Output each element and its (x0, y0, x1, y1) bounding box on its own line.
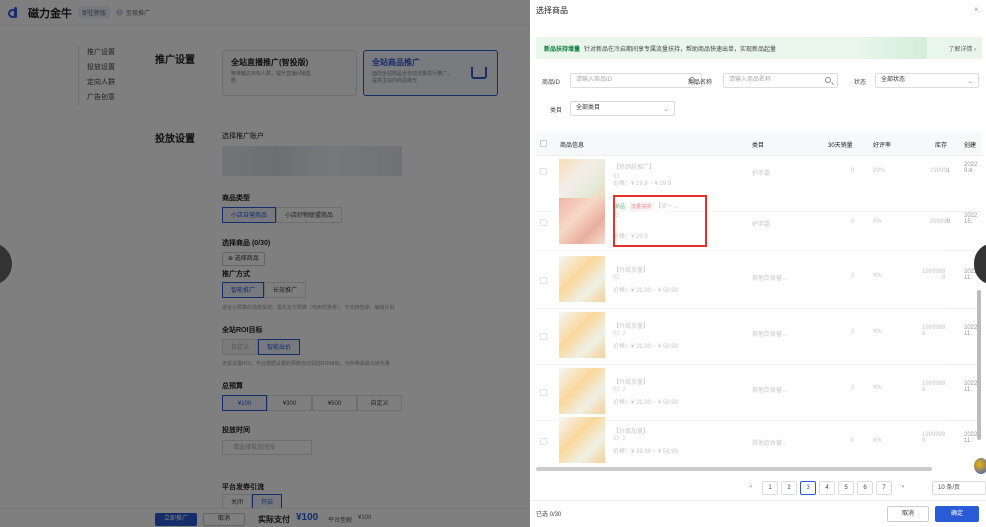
assistant-icon[interactable] (974, 458, 986, 474)
drawer-confirm-button[interactable]: 确定 (935, 506, 979, 522)
horizontal-scrollbar[interactable] (536, 467, 932, 471)
product-id-placeholder: 请输入商品ID (576, 77, 613, 83)
banner-title: 新品扶持增量 (544, 46, 581, 53)
table-header: 商品信息 类目 30天销量 好评率 库存 创建 (536, 132, 982, 156)
page-6[interactable]: 6 (857, 481, 873, 495)
status-label: 状态 (854, 80, 867, 86)
col-rating: 好评率 (873, 143, 892, 149)
col-category: 类目 (752, 143, 765, 149)
modal-mask[interactable] (0, 0, 530, 527)
page-2[interactable]: 2 (781, 481, 797, 495)
banner-link[interactable]: 了解详情 › (948, 44, 976, 53)
chevron-down-icon: ⌄ (967, 78, 973, 85)
name-label: 商品名称 (688, 80, 713, 86)
prev-page-button[interactable]: ‹ (743, 481, 759, 495)
drawer-cancel-button[interactable]: 取消 (887, 506, 929, 522)
product-created: 2022 15: (964, 213, 978, 225)
highlight-box (613, 195, 707, 247)
product-created: 2022 11: (964, 381, 978, 393)
new-product-banner: 新品扶持增量 针对新品在冷启期间享专属流量扶持，帮助商品快速出单，实现新品起量 … (536, 37, 982, 59)
vertical-scrollbar[interactable] (977, 290, 981, 440)
status-select[interactable]: 全部状态 ⌄ (875, 73, 979, 88)
category-value: 全部类目 (576, 105, 601, 111)
search-icon (825, 77, 831, 83)
pagination: ‹ 1 2 3 4 5 6 7 › (743, 481, 911, 495)
close-icon[interactable]: × (974, 5, 979, 14)
selected-count: 已选 0/30 (536, 512, 562, 518)
col-stock: 库存 (935, 143, 948, 149)
category-label: 类目 (550, 108, 563, 114)
product-created: 2022 11: (964, 432, 978, 444)
page-5[interactable]: 5 (838, 481, 854, 495)
drawer-title: 选择商品 (536, 6, 568, 15)
product-name-placeholder: 请输入商品名称 (729, 77, 772, 83)
page-3[interactable]: 3 (800, 481, 816, 495)
col-product-info: 商品信息 (560, 143, 585, 149)
category-select[interactable]: 全部类目 ⌄ (570, 101, 675, 116)
page-7[interactable]: 7 (876, 481, 892, 495)
page-4[interactable]: 4 (819, 481, 835, 495)
product-id-label: 商品ID (542, 80, 561, 86)
page-size-select[interactable]: 10 条/页 (932, 481, 986, 495)
drawer-footer: 已选 0/30 取消 确定 (530, 500, 986, 527)
banner-text: 针对新品在冷启期间享专属流量扶持，帮助商品快速出单，实现新品起量 (584, 46, 777, 53)
next-page-button[interactable]: › (895, 481, 911, 495)
table-disabled-shade (536, 156, 946, 469)
status-value: 全部状态 (881, 77, 906, 83)
chevron-down-icon: ⌄ (663, 106, 669, 113)
product-id-input[interactable]: 请输入商品ID (570, 73, 702, 88)
product-name-input[interactable]: 请输入商品名称 (723, 73, 838, 88)
product-created: 2022 11: (964, 325, 978, 337)
select-all-checkbox[interactable] (540, 140, 547, 147)
banner-decoration (857, 37, 927, 59)
product-created: 2022 9:4 (964, 162, 978, 174)
col-created: 创建 (964, 143, 977, 149)
col-sales: 30天销量 (828, 143, 853, 149)
page-1[interactable]: 1 (762, 481, 778, 495)
